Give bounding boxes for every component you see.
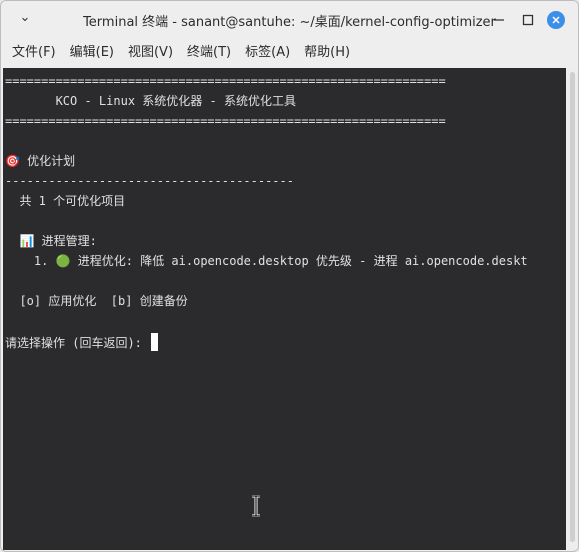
count-line: 共 1 个可优化项目: [5, 194, 126, 208]
plan-heading: 🎯 优化计划: [5, 153, 75, 169]
text-cursor: [151, 333, 159, 351]
menu-file[interactable]: 文件(F): [5, 39, 63, 67]
maximize-icon: [522, 14, 534, 26]
separator-top: ========================================…: [5, 74, 446, 88]
category-heading: 📊 进程管理:: [5, 233, 97, 249]
prompt-line[interactable]: 请选择操作 (回车返回):: [5, 333, 159, 351]
optimization-item: 1. 🟢 进程优化: 降低 ai.opencode.desktop 优先级 - …: [5, 253, 528, 269]
menu-help[interactable]: 帮助(H): [297, 39, 357, 67]
menu-tabs[interactable]: 标签(A): [238, 39, 297, 67]
green-circle-icon: 🟢: [55, 254, 71, 268]
close-button[interactable]: [547, 11, 565, 29]
menu-bar: 文件(F) 编辑(E) 视图(V) 终端(T) 标签(A) 帮助(H): [1, 39, 578, 67]
scrollbar[interactable]: [567, 68, 578, 550]
title-bar[interactable]: ⌄ Terminal 终端 - sanant@santuhe: ~/桌面/ker…: [1, 1, 578, 39]
separator-bottom: ========================================…: [5, 114, 446, 128]
menu-terminal[interactable]: 终端(T): [180, 39, 238, 67]
prompt-text: 请选择操作 (回车返回):: [5, 336, 150, 350]
actions-line: [o] 应用优化 [b] 创建备份: [5, 294, 188, 308]
item-prefix: 1.: [5, 254, 56, 268]
terminal-window: ⌄ Terminal 终端 - sanant@santuhe: ~/桌面/ker…: [0, 0, 579, 552]
minimize-button[interactable]: [489, 10, 509, 30]
terminal-output[interactable]: ========================================…: [3, 68, 566, 550]
minimize-icon: [494, 19, 504, 21]
scrollbar-thumb[interactable]: [570, 72, 575, 542]
close-icon: [552, 16, 560, 24]
item-text: 进程优化: 降低 ai.opencode.desktop 优先级 - 进程 ai…: [70, 254, 528, 268]
banner-text: KCO - Linux 系统优化器 - 系统优化工具: [5, 94, 296, 108]
ibeam-cursor-icon: [252, 495, 260, 517]
target-icon: 🎯: [5, 154, 20, 168]
bar-chart-icon: 📊: [19, 234, 35, 248]
maximize-button[interactable]: [518, 10, 538, 30]
category-title: 进程管理:: [34, 234, 97, 248]
menu-edit[interactable]: 编辑(E): [63, 39, 121, 67]
menu-view[interactable]: 视图(V): [121, 39, 180, 67]
plan-title: 优化计划: [19, 154, 76, 168]
plan-rule: ----------------------------------------: [5, 174, 294, 188]
